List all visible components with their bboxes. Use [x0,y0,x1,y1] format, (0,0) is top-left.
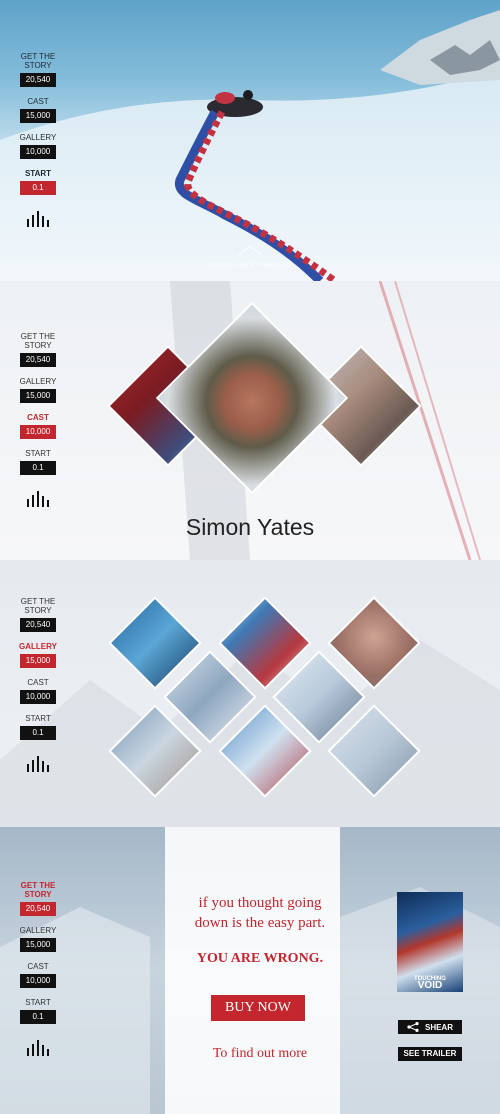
nav-count-cast: 15,000 [20,109,56,123]
nav-count-gallery: 15,000 [20,389,56,403]
equalizer-icon[interactable] [27,491,49,507]
nav-label-start[interactable]: START [15,998,61,1007]
nav-count-start: 0.1 [20,181,56,195]
promo-tagline: if you thought going down is the easy pa… [170,893,350,933]
scroll-label: SCROLL FOR EXPERIENCE [207,263,293,269]
nav-count-start: 0.1 [20,461,56,475]
promo-panel: GET THE STORY 20,540 GALLERY 15,000 CAST… [0,827,500,1114]
nav-label-gallery[interactable]: GALLERY [15,642,61,651]
nav-label-cast[interactable]: CAST [15,678,61,687]
nav-label-cast[interactable]: CAST [15,962,61,971]
nav-label-cast[interactable]: CAST [15,413,61,422]
poster-title-bottom: VOID [417,980,443,991]
cast-panel: GET THE STORY 20,540 GALLERY 15,000 CAST… [0,281,500,560]
nav-count-story: 20,540 [20,618,56,632]
nav-label-cast[interactable]: CAST [15,97,61,106]
find-out-more-link[interactable]: To find out more [170,1046,350,1062]
nav-label-story[interactable]: GET THE STORY [15,52,61,70]
equalizer-icon[interactable] [27,211,49,227]
nav-label-story[interactable]: GET THE STORY [15,332,61,350]
nav-label-gallery[interactable]: GALLERY [15,377,61,386]
nav-count-gallery: 10,000 [20,145,56,159]
hero-panel: GET THE STORY 20,540 CAST 15,000 GALLERY… [0,0,500,281]
sidebar-nav: GET THE STORY 20,540 GALLERY 15,000 CAST… [19,597,57,772]
nav-label-gallery[interactable]: GALLERY [15,926,61,935]
sidebar-nav: GET THE STORY 20,540 GALLERY 15,000 CAST… [20,881,56,1056]
movie-poster[interactable]: TOUCHING VOID [397,892,463,992]
nav-label-start[interactable]: START [15,714,61,723]
share-label: SHEAR [424,1022,453,1032]
nav-count-start: 0.1 [20,1010,56,1024]
hero-climber-image [0,10,500,281]
nav-count-story: 20,540 [20,353,56,367]
nav-count-cast: 10,000 [20,974,56,988]
promo-headline: YOU ARE WRONG. [196,951,324,966]
nav-count-cast: 10,000 [20,425,56,439]
nav-count-gallery: 15,000 [20,654,56,668]
equalizer-icon[interactable] [27,1040,49,1056]
sidebar-nav: GET THE STORY 20,540 GALLERY 15,000 CAST… [20,332,56,507]
share-icon [407,1022,419,1032]
nav-label-story[interactable]: GET THE STORY [15,881,61,899]
see-trailer-button[interactable]: SEE TRAILER [398,1047,462,1061]
nav-label-start[interactable]: START [15,449,61,458]
nav-label-gallery[interactable]: GALLERY [15,133,61,142]
promo-line-1: if you thought going [198,895,322,911]
sidebar-nav: GET THE STORY 20,540 CAST 15,000 GALLERY… [20,52,56,227]
scroll-up-chevron-icon[interactable] [238,244,262,256]
nav-count-start: 0.1 [20,726,56,740]
buy-now-button[interactable]: BUY NOW [211,995,305,1021]
nav-label-story[interactable]: GET THE STORY [15,597,61,615]
equalizer-icon[interactable] [27,756,49,772]
gallery-panel: GET THE STORY 20,540 GALLERY 15,000 CAST… [0,560,500,827]
nav-count-story: 20,540 [20,902,56,916]
nav-label-start[interactable]: START [15,169,61,178]
nav-count-cast: 10,000 [20,690,56,704]
cast-name: Simon Yates [185,514,315,540]
share-button[interactable]: SHEAR [398,1020,462,1034]
promo-line-2: down is the easy part. [194,915,326,931]
nav-count-gallery: 15,000 [20,938,56,952]
nav-count-story: 20,540 [20,73,56,87]
